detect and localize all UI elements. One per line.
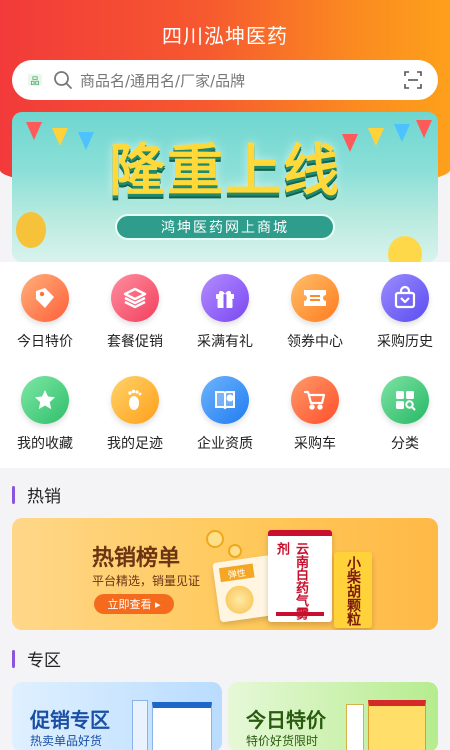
- balloon-icon: [388, 236, 422, 262]
- svg-text:品: 品: [30, 76, 39, 87]
- shortcut-purchase-cart[interactable]: 采购车: [270, 376, 360, 466]
- shortcut-company-qualification[interactable]: 企业资质: [180, 376, 270, 466]
- search-input[interactable]: 商品名/通用名/厂家/品牌: [80, 70, 402, 91]
- product-box-yunnan-baiyao: 云南白药气雾剂: [268, 530, 332, 622]
- balloon-icon: [16, 212, 46, 248]
- shortcut-label: 采购车: [294, 436, 336, 452]
- brand-logo-icon: 品: [26, 71, 44, 89]
- search-icon: [52, 69, 74, 91]
- banner-title: 隆重上线: [109, 139, 341, 204]
- hot-card-title: 热销榜单: [92, 546, 181, 571]
- section-title: 热销: [27, 487, 61, 507]
- coin-icon: [228, 544, 242, 558]
- layers-icon: [111, 274, 159, 322]
- banner-subtitle-pill: 鸿坤医药网上商城: [115, 214, 335, 240]
- product-box: [132, 700, 148, 750]
- footprint-icon: [111, 376, 159, 424]
- shortcut-label: 我的收藏: [17, 436, 73, 452]
- product-box-label: 云南白药气雾剂: [274, 542, 308, 620]
- banner-subtitle: 鸿坤医药网上商城: [161, 220, 289, 236]
- coin-icon: [206, 530, 224, 548]
- zone-card-title: 今日特价: [246, 708, 326, 732]
- shortcut-category[interactable]: 分类: [360, 376, 450, 466]
- promo-banner[interactable]: 隆重上线 鸿坤医药网上商城: [12, 112, 438, 262]
- category-icon: [381, 376, 429, 424]
- shortcut-package-promo[interactable]: 套餐促销: [90, 274, 180, 364]
- shortcut-coupon-center[interactable]: 领券中心: [270, 274, 360, 364]
- star-icon: [21, 376, 69, 424]
- hot-card-subtitle: 平台精选，销量见证: [92, 574, 201, 588]
- shortcut-label: 采满有礼: [197, 334, 253, 350]
- product-box: [152, 702, 212, 750]
- shortcut-label: 套餐促销: [107, 334, 163, 350]
- view-now-button[interactable]: 立即查看 ▸: [94, 594, 174, 614]
- zone-card-title: 促销专区: [30, 708, 110, 732]
- today-special-zone-card[interactable]: 今日特价 特价好货限时: [228, 682, 438, 750]
- cart-icon: [291, 376, 339, 424]
- shopping-bag-icon: [381, 274, 429, 322]
- zone-card-subtitle: 特价好货限时: [246, 734, 319, 748]
- scan-icon[interactable]: [402, 69, 424, 91]
- shortcut-purchase-gift[interactable]: 采满有礼: [180, 274, 270, 364]
- coupon-icon: [291, 274, 339, 322]
- shortcut-grid: 今日特价 套餐促销 采满有礼 领券中心 采购历史 我的收藏 我的足迹 企业资质 …: [0, 262, 450, 468]
- section-accent-bar: [12, 485, 15, 504]
- search-bar[interactable]: 品 商品名/通用名/厂家/品牌: [12, 60, 438, 100]
- product-box: [346, 704, 364, 750]
- hot-ranking-card[interactable]: 热销榜单 平台精选，销量见证 立即查看 ▸ 弹性 云南白药气雾剂 小柴胡颗粒: [12, 518, 438, 630]
- shortcut-label: 我的足迹: [107, 436, 163, 452]
- app-title: 四川泓坤医药: [162, 24, 288, 48]
- shortcut-label: 企业资质: [197, 436, 253, 452]
- shortcut-my-footprint[interactable]: 我的足迹: [90, 376, 180, 466]
- certificate-book-icon: [201, 376, 249, 424]
- shortcut-label: 今日特价: [17, 334, 73, 350]
- shortcut-label: 领券中心: [287, 334, 343, 350]
- product-box-label: 小柴胡颗粒: [345, 556, 361, 626]
- shortcut-label: 分类: [391, 436, 419, 452]
- gift-icon: [201, 274, 249, 322]
- section-title: 专区: [27, 651, 61, 671]
- shortcut-today-special[interactable]: 今日特价: [0, 274, 90, 364]
- promo-zone-card[interactable]: 促销专区 热卖单品好货: [12, 682, 222, 750]
- section-header-zone: 专区: [12, 646, 61, 671]
- price-tag-icon: [21, 274, 69, 322]
- shortcut-label: 采购历史: [377, 334, 433, 350]
- product-box-label: 弹性: [218, 563, 255, 583]
- shortcut-purchase-history[interactable]: 采购历史: [360, 274, 450, 364]
- section-accent-bar: [12, 649, 15, 668]
- product-box-xiaochaihu: 小柴胡颗粒: [334, 552, 372, 628]
- zone-card-subtitle: 热卖单品好货: [30, 734, 103, 748]
- product-box: [368, 700, 426, 750]
- shortcut-my-favorites[interactable]: 我的收藏: [0, 376, 90, 466]
- section-header-hot: 热销: [12, 482, 61, 507]
